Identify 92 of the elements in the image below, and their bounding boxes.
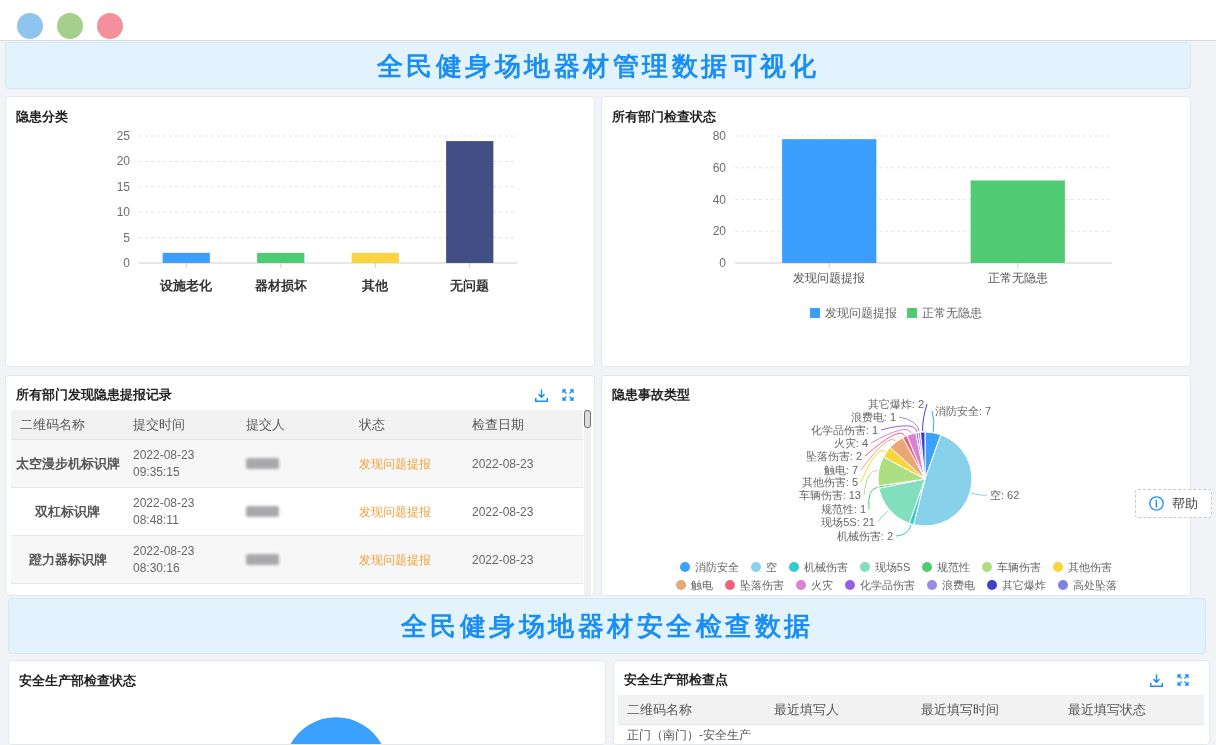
data-label: 车辆伤害: 13 bbox=[798, 489, 861, 501]
column-header: 检查日期 bbox=[471, 415, 525, 434]
column-header: 最近填写状态 bbox=[1067, 700, 1147, 719]
table-cell-text: 蹬力器标识牌 bbox=[27, 550, 108, 569]
expand-icon[interactable] bbox=[562, 389, 574, 401]
legend-label: 机械伤害 bbox=[803, 560, 848, 575]
axis-tick-label: 10 bbox=[116, 205, 130, 220]
card-title: 所有部门检查状态 bbox=[611, 108, 717, 125]
data-label: 化学品伤害: 1 bbox=[810, 424, 878, 436]
download-icon[interactable] bbox=[1150, 673, 1163, 687]
leader-line bbox=[895, 524, 912, 537]
data-label: 浪费电: 1 bbox=[850, 411, 896, 423]
axis-tick-label: 0 bbox=[719, 256, 726, 270]
column-header: 二维码名称 bbox=[626, 700, 693, 719]
leader-line bbox=[922, 403, 928, 432]
table-cell-text: 2022-08-23 08:48:11 bbox=[132, 494, 196, 529]
scrollbar-thumb[interactable] bbox=[584, 410, 591, 428]
column-header: 提交时间 bbox=[132, 415, 186, 434]
legend-label: 高处坠落 bbox=[1072, 578, 1117, 593]
table-cell-text: 2022-08-23 bbox=[471, 455, 535, 473]
card-title: 安全生产部检查状态 bbox=[18, 672, 137, 690]
leader-line bbox=[970, 492, 988, 496]
legend-label: 发现问题提报 bbox=[825, 305, 897, 321]
legend-label: 浪费电 bbox=[941, 578, 975, 593]
data-label: 触电: 7 bbox=[823, 464, 858, 476]
column-header: 最近填写时间 bbox=[920, 700, 1000, 719]
window-control-button[interactable] bbox=[17, 13, 43, 39]
legend-label: 其他伤害 bbox=[1068, 560, 1113, 575]
axis-category-label: 发现问题提报 bbox=[793, 271, 866, 285]
legend-label: 车辆伤害 bbox=[997, 560, 1042, 575]
legend-label: 消防安全 bbox=[694, 560, 739, 575]
column-header: 提交人 bbox=[245, 415, 286, 434]
table-cell-text: 太空漫步机标识牌 bbox=[14, 454, 121, 473]
legend-label: 坠落伤害 bbox=[739, 578, 784, 593]
table-cell-text: 2022-08-23 09:35:15 bbox=[132, 446, 196, 481]
legend-label: 现场5S bbox=[874, 560, 911, 575]
card-title: 安全生产部检查点 bbox=[624, 672, 728, 689]
axis-category-label: 器材损坏 bbox=[254, 277, 307, 293]
axis-category-label: 正常无隐患 bbox=[987, 271, 1048, 285]
section-title: 全民健身场地器材安全检查数据 bbox=[400, 610, 814, 643]
legend-square-icon bbox=[907, 308, 917, 318]
status-text: 发现问题提报 bbox=[358, 503, 432, 521]
legend-label: 触电 bbox=[690, 578, 713, 593]
axis-category-label: 设施老化 bbox=[160, 277, 213, 293]
axis-tick-label: 25 bbox=[116, 129, 130, 143]
card-title: 所有部门发现隐患提报记录 bbox=[16, 387, 172, 403]
column-header: 二维码名称 bbox=[19, 415, 86, 434]
status-text: 发现问题提报 bbox=[358, 551, 432, 569]
legend-square-icon bbox=[810, 308, 820, 318]
data-label: 其它爆炸: 2 bbox=[867, 398, 924, 410]
column-header: 最近填写人 bbox=[773, 700, 840, 719]
help-button[interactable]: 帮助 bbox=[1135, 489, 1212, 518]
info-icon bbox=[1149, 496, 1164, 511]
table-cell-text: 2022-08-23 08:30:16 bbox=[132, 542, 196, 577]
legend-label: 规范性 bbox=[937, 560, 971, 575]
card-title: 隐患事故类型 bbox=[612, 387, 691, 403]
window-control-button[interactable] bbox=[57, 13, 83, 39]
card-title: 隐患分类 bbox=[15, 108, 69, 125]
legend-label: 空 bbox=[765, 560, 777, 575]
table-cell-text: 双杠标识牌 bbox=[34, 502, 101, 521]
window-control-button[interactable] bbox=[97, 13, 123, 39]
legend-label: 其它爆炸 bbox=[1001, 578, 1046, 593]
download-icon[interactable] bbox=[535, 388, 548, 402]
data-label: 机械伤害: 2 bbox=[836, 530, 893, 542]
legend-label: 正常无隐患 bbox=[922, 305, 982, 321]
data-label: 火灾: 4 bbox=[833, 437, 868, 449]
table-cell-text: 正门（南门）-安全生产 bbox=[626, 729, 752, 744]
data-label: 现场5S: 21 bbox=[821, 516, 875, 528]
legend-label: 化学品伤害 bbox=[859, 578, 915, 593]
data-label: 规范性: 1 bbox=[820, 503, 866, 515]
axis-tick-label: 5 bbox=[123, 230, 130, 245]
dashboard-title: 全民健身场地器材管理数据可视化 bbox=[376, 49, 820, 82]
data-label: 坠落伤害: 2 bbox=[805, 450, 862, 462]
axis-tick-label: 20 bbox=[116, 154, 130, 169]
axis-tick-label: 40 bbox=[712, 192, 726, 207]
table-cell-text: 2022-08-23 bbox=[471, 503, 535, 521]
legend-label: 火灾 bbox=[810, 578, 833, 593]
data-label: 空: 62 bbox=[990, 489, 1020, 501]
axis-tick-label: 60 bbox=[712, 160, 726, 175]
axis-tick-label: 80 bbox=[712, 129, 726, 143]
axis-tick-label: 15 bbox=[116, 179, 130, 194]
axis-tick-label: 0 bbox=[123, 256, 130, 270]
axis-tick-label: 20 bbox=[712, 224, 726, 239]
data-label: 消防安全: 7 bbox=[935, 405, 992, 417]
axis-category-label: 无问题 bbox=[450, 277, 490, 293]
status-text: 发现问题提报 bbox=[358, 455, 432, 473]
column-header: 状态 bbox=[358, 415, 386, 434]
axis-category-label: 其他 bbox=[362, 277, 389, 293]
leader-line bbox=[931, 410, 935, 433]
table-cell-text: 2022-08-23 bbox=[471, 551, 535, 569]
data-label: 其他伤害: 5 bbox=[801, 476, 858, 488]
expand-icon[interactable] bbox=[1177, 674, 1189, 687]
